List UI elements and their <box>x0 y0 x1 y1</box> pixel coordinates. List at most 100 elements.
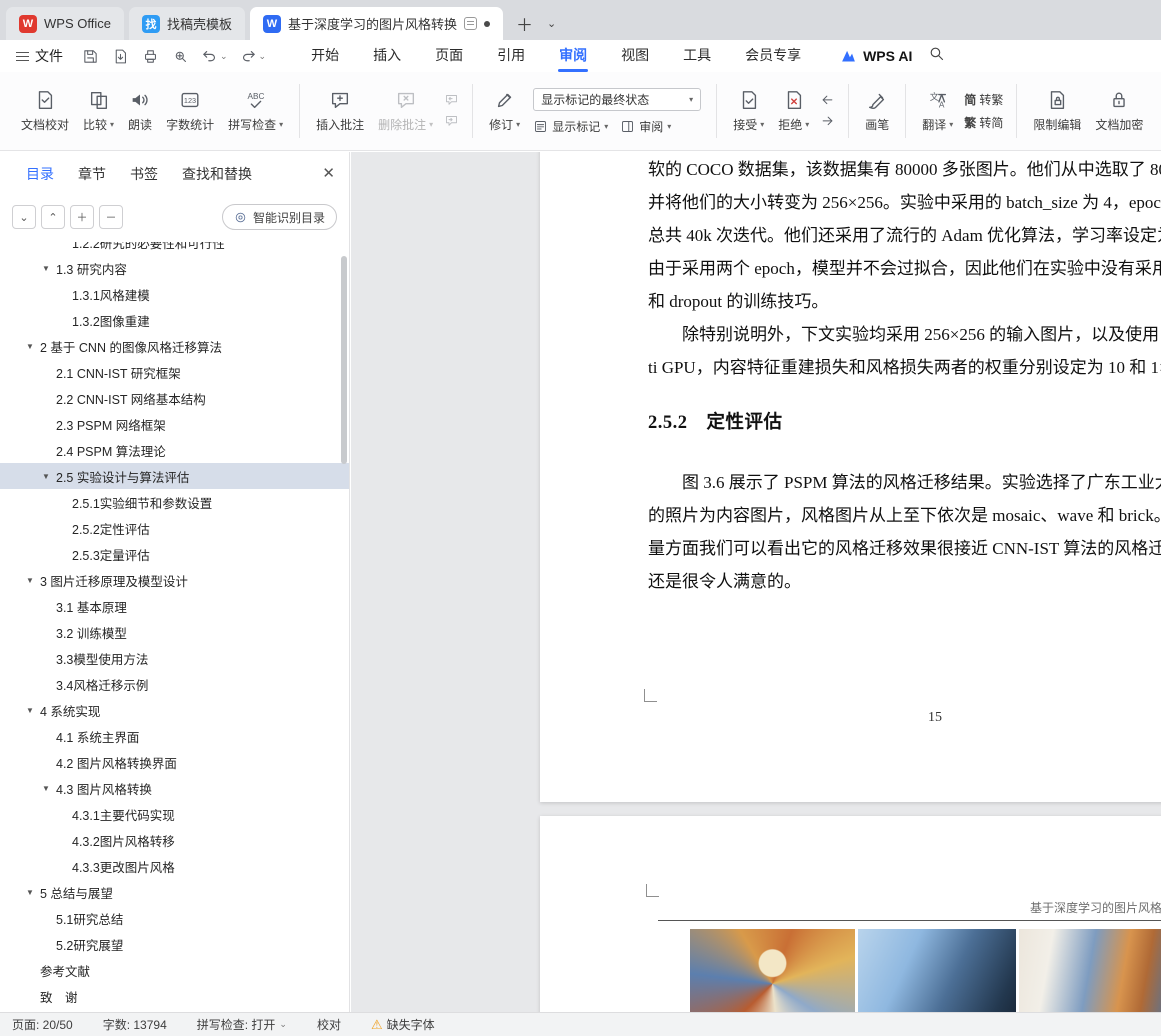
spellcheck-indicator[interactable]: 拼写检查: 打开 ⌄ <box>197 1016 287 1033</box>
zoom-in-toc-button[interactable]: ＋ <box>70 205 94 229</box>
toc-item[interactable]: 2.4 PSPM 算法理论 <box>0 437 349 463</box>
compare-button[interactable]: 比较 ▾ <box>76 85 121 137</box>
toc-item[interactable]: ▼ 5 总结与展望 <box>0 879 349 905</box>
ink-brush-button[interactable]: 画笔 <box>858 85 896 137</box>
sidebar-tab-bookmarks[interactable]: 书签 <box>130 164 158 184</box>
reject-revision-button[interactable]: 拒绝 ▾ <box>771 85 816 137</box>
toc-item[interactable]: ▼ 1.3 研究内容 <box>0 255 349 281</box>
review-pane-button[interactable]: 审阅 ▾ <box>620 118 671 135</box>
export-button[interactable] <box>107 44 133 68</box>
toc-item[interactable]: 2.5.1实验细节和参数设置 <box>0 489 349 515</box>
wps-ai-button[interactable]: WPS AI <box>840 48 912 65</box>
to-traditional-button[interactable]: 简 转繁 <box>964 91 1003 108</box>
toc-item[interactable]: 1.2.2研究的必要性和可行性 <box>0 242 349 255</box>
menu-tools[interactable]: 工具 <box>666 40 728 72</box>
toc-collapse-arrow-icon[interactable]: ▼ <box>42 784 56 793</box>
toc-collapse-arrow-icon[interactable]: ▼ <box>42 264 56 273</box>
accept-revision-button[interactable]: 接受 ▾ <box>726 85 771 137</box>
sidebar-tab-chapters[interactable]: 章节 <box>78 164 106 184</box>
zoom-out-toc-button[interactable]: － <box>99 205 123 229</box>
toc-collapse-arrow-icon[interactable]: ▼ <box>42 472 56 481</box>
document-page-16[interactable]: 基于深度学习的图片风格转换 <box>540 816 1161 1012</box>
toc-item[interactable]: 4.2 图片风格转换界面 <box>0 749 349 775</box>
menu-review[interactable]: 审阅 <box>542 40 604 72</box>
document-page-15[interactable]: 软的 COCO 数据集，该数据集有 80000 多张图片。他们从中选取了 80k… <box>540 152 1161 802</box>
show-markup-button[interactable]: 显示标记 ▾ <box>533 118 608 135</box>
toc-item[interactable]: 2.5.3定量评估 <box>0 541 349 567</box>
tab-current-document[interactable]: W 基于深度学习的图片风格转换 <box>249 7 503 40</box>
menu-reference[interactable]: 引用 <box>480 40 542 72</box>
toc-item[interactable]: ▼ 2 基于 CNN 的图像风格迁移算法 <box>0 333 349 359</box>
insert-comment-button[interactable]: 插入批注 <box>309 85 371 137</box>
tab-list-dropdown-icon[interactable]: ⌄ <box>541 7 562 40</box>
toc-item[interactable]: ▼ 3 图片迁移原理及模型设计 <box>0 567 349 593</box>
restrict-editing-button[interactable]: 限制编辑 <box>1026 85 1088 137</box>
document-canvas[interactable]: 软的 COCO 数据集，该数据集有 80000 多张图片。他们从中选取了 80k… <box>351 152 1161 1012</box>
sidebar-tab-toc[interactable]: 目录 <box>26 164 54 184</box>
undo-button[interactable]: ⌄ <box>197 48 232 65</box>
to-simplified-button[interactable]: 繁 转简 <box>964 114 1003 131</box>
toc-item[interactable]: ▼ 4.3 图片风格转换 <box>0 775 349 801</box>
markup-state-select[interactable]: 显示标记的最终状态 ▾ <box>533 87 702 111</box>
previous-revision-button[interactable] <box>820 93 835 108</box>
toc-item[interactable]: 5.2研究展望 <box>0 931 349 957</box>
smart-toc-button[interactable]: 智能识别目录 <box>221 204 337 230</box>
word-count-indicator[interactable]: 字数: 13794 <box>103 1016 167 1033</box>
collapse-all-button[interactable]: ⌄ <box>12 205 36 229</box>
menu-home[interactable]: 开始 <box>294 40 356 72</box>
proofread-button[interactable]: 校对 <box>317 1016 341 1033</box>
translate-button[interactable]: 文A 翻译 ▾ <box>915 85 960 137</box>
page-indicator[interactable]: 页面: 20/50 <box>12 1016 73 1033</box>
track-changes-button[interactable]: 修订 ▾ <box>482 85 527 137</box>
toc-item[interactable]: 2.1 CNN-IST 研究框架 <box>0 359 349 385</box>
tab-docer-template[interactable]: 找 找稿壳模板 <box>128 7 245 40</box>
word-count-button[interactable]: 123 字数统计 <box>159 85 221 137</box>
menu-member[interactable]: 会员专享 <box>728 40 818 72</box>
toc-collapse-arrow-icon[interactable]: ▼ <box>26 342 40 351</box>
toc-item[interactable]: 3.2 训练模型 <box>0 619 349 645</box>
next-comment-button[interactable] <box>444 114 459 129</box>
toc-item[interactable]: 3.1 基本原理 <box>0 593 349 619</box>
file-menu-button[interactable]: 文件 <box>16 46 63 66</box>
menu-view[interactable]: 视图 <box>604 40 666 72</box>
toc-item[interactable]: ▼ 2.5 实验设计与算法评估 <box>0 463 349 489</box>
toc-item[interactable]: 5.1研究总结 <box>0 905 349 931</box>
toc-item[interactable]: 2.2 CNN-IST 网络基本结构 <box>0 385 349 411</box>
menu-insert[interactable]: 插入 <box>356 40 418 72</box>
toc-collapse-arrow-icon[interactable]: ▼ <box>26 888 40 897</box>
toc-item[interactable]: 1.3.2图像重建 <box>0 307 349 333</box>
missing-font-warning[interactable]: ⚠ 缺失字体 <box>371 1016 435 1033</box>
menu-page[interactable]: 页面 <box>418 40 480 72</box>
sidebar-tab-find-replace[interactable]: 查找和替换 <box>182 164 252 184</box>
doc-proofread-button[interactable]: 文档校对 <box>14 85 76 137</box>
save-button[interactable] <box>77 44 103 68</box>
redo-button[interactable]: ⌄ <box>236 48 271 65</box>
expand-all-button[interactable]: ⌃ <box>41 205 65 229</box>
search-button[interactable] <box>928 45 945 67</box>
new-tab-button[interactable]: ＋ <box>508 7 541 40</box>
toc-item[interactable]: 2.3 PSPM 网络框架 <box>0 411 349 437</box>
sidebar-scrollbar[interactable] <box>341 256 347 464</box>
close-sidebar-button[interactable]: ✕ <box>322 164 335 182</box>
encrypt-document-button[interactable]: 文档加密 <box>1088 85 1150 137</box>
previous-comment-button[interactable] <box>444 93 459 108</box>
toc-collapse-arrow-icon[interactable]: ▼ <box>26 706 40 715</box>
toc-item[interactable]: 4.1 系统主界面 <box>0 723 349 749</box>
read-aloud-button[interactable]: 朗读 <box>121 85 159 137</box>
next-revision-button[interactable] <box>820 114 835 129</box>
print-preview-button[interactable] <box>167 44 193 68</box>
toc-item[interactable]: 致 谢 <box>0 983 349 1009</box>
toc-item[interactable]: 4.3.1主要代码实现 <box>0 801 349 827</box>
toc-collapse-arrow-icon[interactable]: ▼ <box>26 576 40 585</box>
toc-item[interactable]: 参考文献 <box>0 957 349 983</box>
toc-item[interactable]: 4.3.2图片风格转移 <box>0 827 349 853</box>
tab-wps-office[interactable]: W WPS Office <box>6 7 124 40</box>
toc-item[interactable]: 1.3.1风格建模 <box>0 281 349 307</box>
toc-item[interactable]: 2.5.2定性评估 <box>0 515 349 541</box>
spell-check-button[interactable]: ABC 拼写检查 ▾ <box>221 85 290 137</box>
delete-comment-button[interactable]: 删除批注 ▾ <box>371 85 440 137</box>
toc-item[interactable]: 4.3.3更改图片风格 <box>0 853 349 879</box>
print-button[interactable] <box>137 44 163 68</box>
toc-item[interactable]: 3.4风格迁移示例 <box>0 671 349 697</box>
toc-item[interactable]: 3.3模型使用方法 <box>0 645 349 671</box>
